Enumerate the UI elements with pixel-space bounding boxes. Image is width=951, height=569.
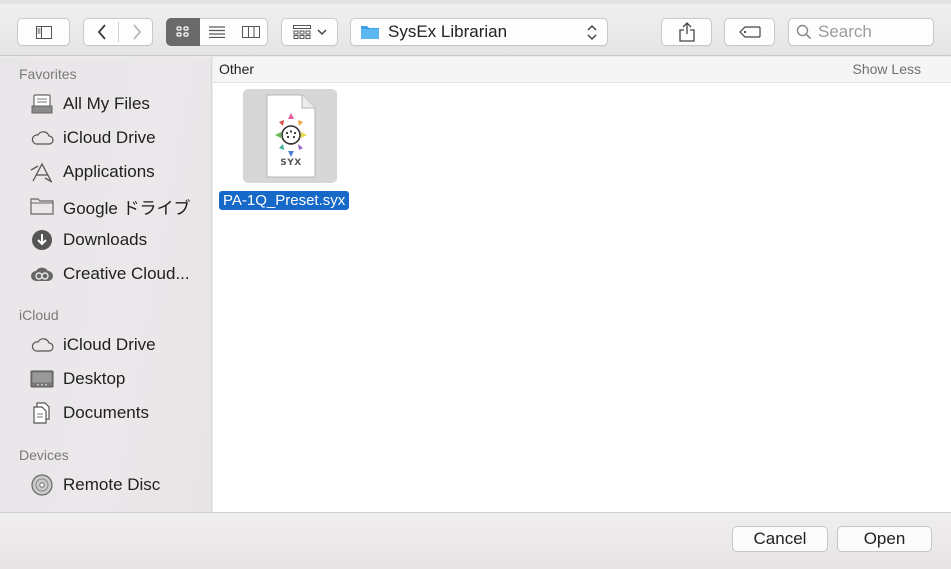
sidebar-item-applications[interactable]: Applications xyxy=(30,157,205,187)
sidebar-item-icloud-drive[interactable]: iCloud Drive xyxy=(30,123,205,153)
file-thumbnail: SYX xyxy=(243,89,337,183)
sidebar-item-desktop[interactable]: Desktop xyxy=(30,364,205,394)
sidebar: Favorites All My Files iCloud Drive Appl… xyxy=(0,57,212,512)
sidebar-item-label: Remote Disc xyxy=(63,475,161,494)
tag-icon xyxy=(738,26,761,38)
list-view-icon xyxy=(209,26,225,38)
column-view-icon xyxy=(241,26,260,38)
sidebar-item-label: Applications xyxy=(63,162,155,181)
tag-button[interactable] xyxy=(724,18,775,46)
arrange-button[interactable] xyxy=(281,18,338,46)
show-less-button[interactable]: Show Less xyxy=(853,61,921,77)
open-button[interactable]: Open xyxy=(837,526,932,552)
share-button[interactable] xyxy=(661,18,712,46)
folder-icon xyxy=(361,26,379,39)
creative-cloud-icon xyxy=(30,262,54,286)
sidebar-header-devices: Devices xyxy=(19,447,69,463)
share-icon xyxy=(678,22,695,42)
sidebar-item-label: iCloud Drive xyxy=(63,128,156,147)
list-view-button[interactable] xyxy=(200,18,234,46)
sidebar-toggle-button[interactable] xyxy=(17,18,70,46)
applications-icon xyxy=(30,160,54,184)
sidebar-item-remote-disc[interactable]: Remote Disc xyxy=(30,470,205,500)
sidebar-item-label: iCloud Drive xyxy=(63,335,156,354)
open-file-dialog: SysEx Librarian Search Favorites All My … xyxy=(0,0,951,569)
desktop-icon xyxy=(30,367,54,391)
syx-file-icon xyxy=(266,94,316,178)
downloads-icon xyxy=(30,228,54,252)
chevron-left-icon xyxy=(97,24,106,40)
sidebar-item-label: Creative Cloud... xyxy=(63,264,190,283)
sidebar-header-icloud: iCloud xyxy=(19,307,59,323)
sidebar-item-documents[interactable]: Documents xyxy=(30,398,205,428)
location-label: SysEx Librarian xyxy=(388,22,508,41)
sidebar-item-creative-cloud[interactable]: Creative Cloud... xyxy=(30,259,205,289)
navigation-group xyxy=(83,18,153,46)
sidebar-item-google-drive[interactable]: Google ドライブ xyxy=(30,191,205,221)
chevron-right-icon xyxy=(132,24,141,40)
column-view-button[interactable] xyxy=(234,18,268,46)
folder-icon xyxy=(30,194,54,218)
file-browser: Other Show Less SYX PA-1Q_Preset.syx xyxy=(213,57,951,512)
sidebar-item-label: Google ドライブ xyxy=(63,198,191,218)
sidebar-item-label: All My Files xyxy=(63,94,150,113)
sidebar-item-label: Downloads xyxy=(63,230,148,249)
sidebar-item-label: Desktop xyxy=(63,369,126,388)
cancel-button[interactable]: Cancel xyxy=(732,526,828,552)
back-button[interactable] xyxy=(84,19,119,45)
search-icon xyxy=(796,24,812,40)
footer: Cancel Open xyxy=(0,512,951,569)
sidebar-icon xyxy=(35,25,52,39)
sidebar-item-icloud-drive[interactable]: iCloud Drive xyxy=(30,330,205,360)
grid-view-icon xyxy=(176,26,189,37)
all-files-icon xyxy=(30,92,54,116)
sidebar-item-all-my-files[interactable]: All My Files xyxy=(30,89,205,119)
arrange-icon xyxy=(292,25,311,39)
sidebar-header-favorites: Favorites xyxy=(19,66,77,82)
sidebar-item-label: Documents xyxy=(63,403,149,422)
cloud-icon xyxy=(30,126,54,150)
icon-view-button[interactable] xyxy=(166,18,200,46)
disc-icon xyxy=(30,473,54,497)
toolbar: SysEx Librarian Search xyxy=(0,4,951,56)
chevron-down-icon xyxy=(316,28,327,35)
file-name-label: PA-1Q_Preset.syx xyxy=(219,191,350,210)
search-placeholder: Search xyxy=(818,22,872,41)
updown-arrows-icon xyxy=(587,24,597,41)
search-field[interactable]: Search xyxy=(788,18,934,46)
forward-button[interactable] xyxy=(119,19,154,45)
documents-icon xyxy=(30,401,54,425)
group-header: Other Show Less xyxy=(213,57,951,83)
cloud-icon xyxy=(30,333,54,357)
sidebar-item-downloads[interactable]: Downloads xyxy=(30,225,205,255)
group-title: Other xyxy=(219,61,255,77)
location-popup[interactable]: SysEx Librarian xyxy=(350,18,608,46)
file-type-badge: SYX xyxy=(280,158,302,168)
